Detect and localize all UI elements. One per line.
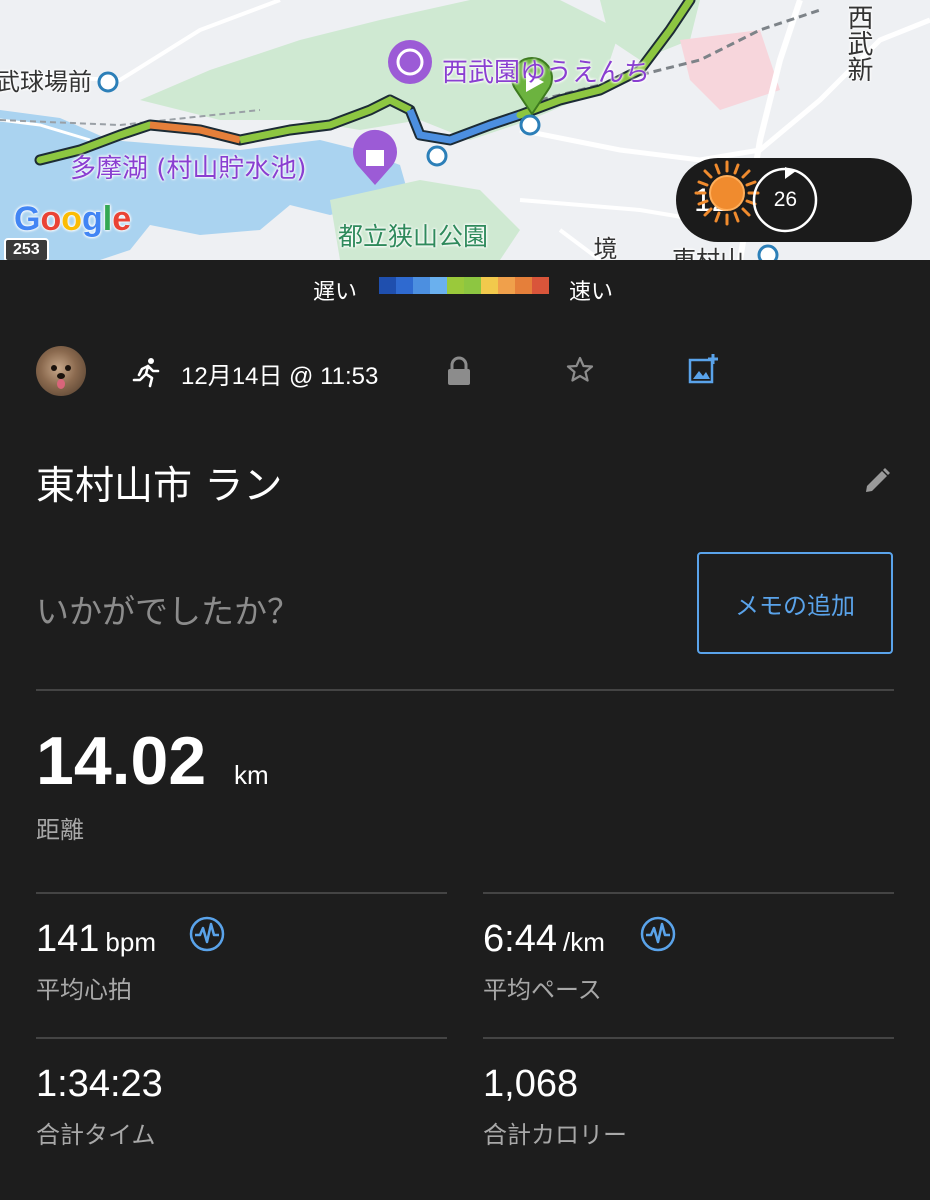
divider xyxy=(483,1037,894,1039)
google-logo: Google xyxy=(14,200,132,238)
distance-value: 14.02 xyxy=(36,723,207,799)
legend-slow-label: 遅い xyxy=(313,280,358,305)
heart-rate-stat[interactable]: 141 bpm 平均心拍 xyxy=(36,918,156,1004)
add-photo-icon[interactable] xyxy=(687,353,719,385)
activity-title: 東村山市 ラン xyxy=(36,464,283,509)
divider xyxy=(483,892,894,894)
avatar[interactable] xyxy=(36,346,86,396)
map-label-rail-line: 西武新 xyxy=(843,4,873,82)
total-time-value: 1:34:23 xyxy=(36,1063,163,1105)
legend-color-bar xyxy=(379,277,549,294)
legend-color-segment xyxy=(413,277,430,294)
map-label-station-bottom: 東村山 xyxy=(672,246,744,260)
edit-pencil-icon[interactable] xyxy=(862,466,892,496)
legend-color-segment xyxy=(396,277,413,294)
divider xyxy=(36,1037,447,1039)
pace-stat[interactable]: 6:44/km 平均ペース xyxy=(483,918,605,1004)
pace-unit: /km xyxy=(562,927,605,957)
pulse-icon[interactable] xyxy=(640,916,676,952)
distance-unit: km xyxy=(234,760,269,790)
pace-value: 6:44 xyxy=(483,918,557,960)
activity-datetime: 12月14日 @ 11:53 xyxy=(181,363,379,390)
map-label-park[interactable]: 都立狭山公園 xyxy=(338,217,488,253)
map-label-amusement-park[interactable]: 西武園ゆうえんち xyxy=(442,52,650,89)
route-badge: 253 xyxy=(4,238,49,260)
total-time-stat: 1:34:23 合計タイム xyxy=(36,1063,163,1149)
weather-widget[interactable]: 12° 26 xyxy=(676,158,912,242)
add-memo-button[interactable]: メモの追加 xyxy=(697,552,893,654)
map-label-station: 武球場前 xyxy=(0,68,92,96)
total-time-label: 合計タイム xyxy=(36,1121,156,1149)
divider xyxy=(36,892,447,894)
lock-icon[interactable] xyxy=(446,356,472,386)
feedback-prompt[interactable]: いかがでしたか？ xyxy=(36,585,300,633)
heart-rate-value: 141 xyxy=(36,918,100,960)
divider xyxy=(36,689,894,691)
star-icon[interactable] xyxy=(565,355,595,385)
map-label-lake[interactable]: 多摩湖 (村山貯水池) xyxy=(70,148,307,185)
heart-rate-label: 平均心拍 xyxy=(36,976,132,1004)
running-icon xyxy=(132,358,160,388)
legend-color-segment xyxy=(515,277,532,294)
calories-stat: 1,068 合計カロリー xyxy=(483,1063,627,1149)
route-map[interactable]: 武球場前 西武園ゆうえんち 多摩湖 (村山貯水池) 都立狭山公園 東村山 境 西… xyxy=(0,0,930,260)
legend-color-segment xyxy=(532,277,549,294)
legend-color-segment xyxy=(498,277,515,294)
distance-label: 距離 xyxy=(36,816,84,844)
legend-color-segment xyxy=(481,277,498,294)
legend-color-segment xyxy=(379,277,396,294)
calories-value: 1,068 xyxy=(483,1063,579,1105)
pace-legend: 遅い 速い xyxy=(0,274,930,305)
legend-color-segment xyxy=(430,277,447,294)
calories-label: 合計カロリー xyxy=(483,1121,627,1149)
wind-value: 26 xyxy=(773,188,798,211)
legend-color-segment xyxy=(447,277,464,294)
heart-rate-unit: bpm xyxy=(105,927,156,957)
pace-label: 平均ペース xyxy=(483,976,602,1004)
activity-header: 12月14日 @ 11:53 xyxy=(0,346,930,400)
wind-indicator: 26 xyxy=(750,165,820,235)
pulse-icon[interactable] xyxy=(189,916,225,952)
legend-color-segment xyxy=(464,277,481,294)
map-label-side: 境 xyxy=(589,236,617,260)
legend-fast-label: 速い xyxy=(569,280,614,305)
